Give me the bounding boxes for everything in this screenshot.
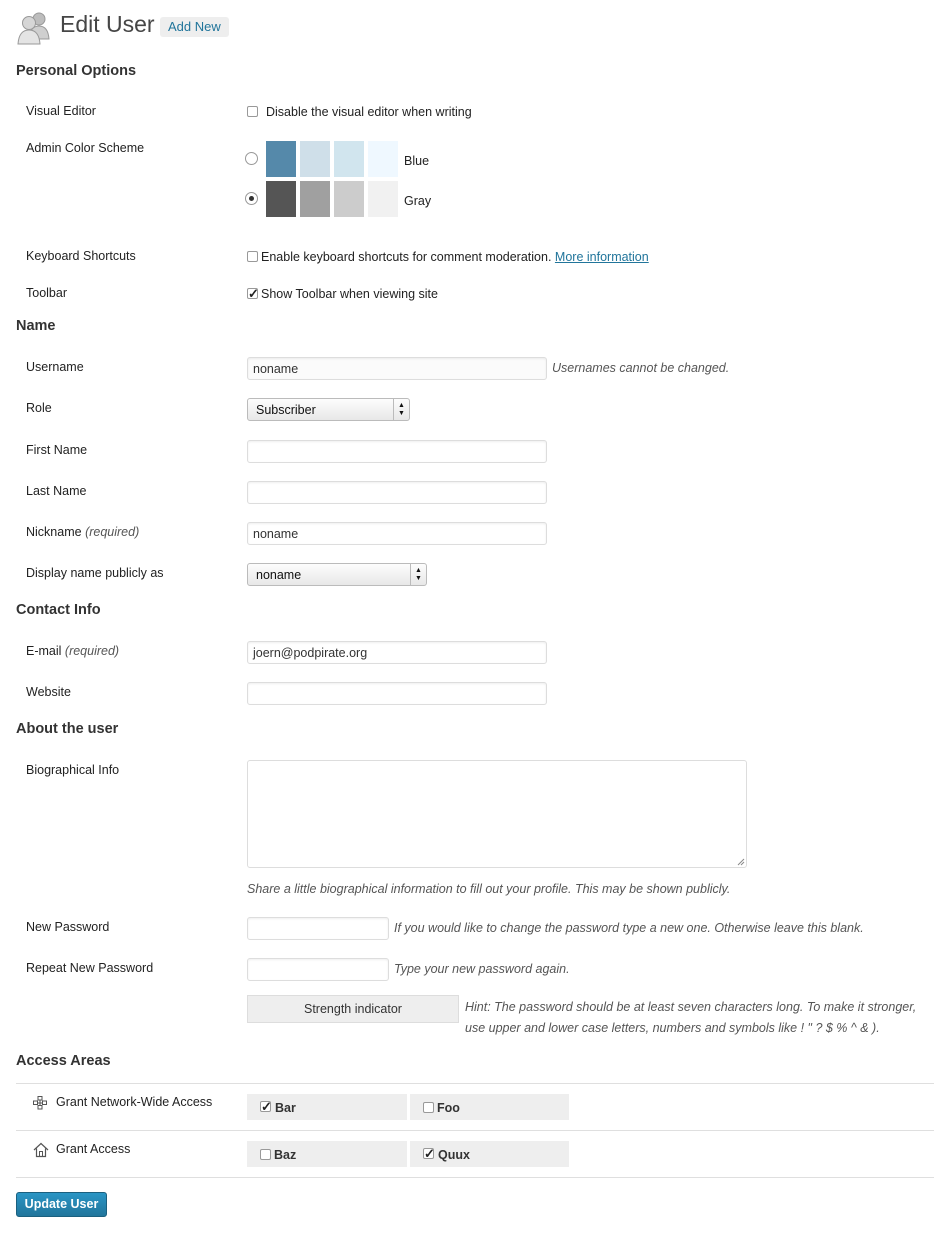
visual-editor-checkbox[interactable] — [247, 106, 258, 117]
bio-description: Share a little biographical information … — [247, 882, 731, 896]
swatch — [368, 141, 398, 177]
strength-indicator: Strength indicator — [247, 995, 459, 1023]
page-title: Edit User — [60, 11, 155, 37]
role-select-value: Subscriber — [256, 403, 316, 417]
last-name-label: Last Name — [26, 484, 87, 498]
users-icon — [16, 9, 52, 45]
access-item-label: Foo — [437, 1101, 460, 1115]
color-scheme-label: Admin Color Scheme — [26, 141, 145, 155]
access-checkbox[interactable] — [423, 1102, 434, 1113]
email-field[interactable]: joern@podpirate.org — [247, 641, 547, 664]
username-label: Username — [26, 360, 84, 374]
swatch — [334, 181, 364, 217]
username-description: Usernames cannot be changed. — [552, 361, 730, 375]
section-heading-access-areas: Access Areas — [16, 1053, 111, 1069]
bio-textarea[interactable] — [247, 760, 747, 868]
swatch — [266, 141, 296, 177]
required-marker: (required) — [85, 525, 140, 539]
last-name-field[interactable] — [247, 481, 547, 504]
home-icon — [33, 1142, 49, 1158]
keyboard-shortcuts-label: Keyboard Shortcuts — [26, 249, 136, 263]
bio-label: Biographical Info — [26, 763, 120, 777]
display-name-select-value: noname — [256, 568, 302, 582]
access-item-baz[interactable]: Baz — [247, 1141, 407, 1167]
username-field[interactable]: noname — [247, 357, 547, 380]
website-field[interactable] — [247, 682, 547, 705]
access-item-label: Bar — [275, 1101, 296, 1115]
repeat-password-description: Type your new password again. — [394, 962, 570, 976]
access-checkbox[interactable] — [260, 1101, 272, 1112]
section-heading-personal-options: Personal Options — [16, 63, 137, 79]
repeat-password-field[interactable] — [247, 958, 389, 981]
more-information-link[interactable]: More information — [555, 250, 649, 264]
first-name-label: First Name — [26, 443, 88, 457]
nickname-label: Nickname (required) — [26, 525, 139, 539]
color-scheme-gray-swatches[interactable] — [266, 181, 398, 217]
section-heading-contact-info: Contact Info — [16, 602, 101, 618]
keyboard-shortcuts-checkbox-label: Enable keyboard shortcuts for comment mo… — [261, 250, 649, 264]
section-heading-name: Name — [16, 318, 56, 334]
access-checkbox[interactable] — [423, 1148, 435, 1159]
grant-access-label: Grant Access — [56, 1142, 131, 1156]
divider — [16, 1177, 934, 1178]
display-name-select[interactable]: noname ▲ ▼ — [247, 563, 427, 586]
swatch — [368, 181, 398, 217]
website-label: Website — [26, 685, 71, 699]
access-item-bar[interactable]: Bar — [247, 1094, 407, 1120]
password-hint-line-2: use upper and lower case letters, number… — [465, 1021, 880, 1035]
access-item-label: Quux — [438, 1148, 470, 1162]
select-arrows-icon: ▲ ▼ — [410, 564, 426, 585]
nickname-label-text: Nickname — [26, 525, 82, 539]
resize-handle-icon[interactable] — [736, 857, 745, 866]
divider — [16, 1130, 934, 1131]
color-scheme-gray-label: Gray — [404, 194, 432, 208]
network-icon — [33, 1096, 47, 1110]
new-password-description: If you would like to change the password… — [394, 921, 864, 935]
visual-editor-label: Visual Editor — [26, 104, 96, 118]
add-new-button[interactable]: Add New — [160, 17, 229, 37]
divider — [16, 1083, 934, 1084]
grant-network-access-label: Grant Network-Wide Access — [56, 1095, 213, 1109]
repeat-password-label: Repeat New Password — [26, 961, 154, 975]
access-item-quux[interactable]: Quux — [410, 1141, 569, 1167]
toolbar-checkbox[interactable] — [247, 288, 259, 299]
password-hint: Hint: The password should be at least se… — [465, 997, 916, 1039]
select-arrows-icon: ▲ ▼ — [393, 399, 409, 420]
visual-editor-checkbox-label: Disable the visual editor when writing — [266, 105, 472, 119]
swatch — [266, 181, 296, 217]
password-hint-line-1: Hint: The password should be at least se… — [465, 1000, 917, 1014]
swatch — [300, 141, 330, 177]
color-scheme-blue-radio[interactable] — [245, 152, 258, 165]
role-select[interactable]: Subscriber ▲ ▼ — [247, 398, 410, 421]
new-password-label: New Password — [26, 920, 110, 934]
nickname-field[interactable]: noname — [247, 522, 547, 545]
keyboard-shortcuts-checkbox[interactable] — [247, 251, 258, 262]
required-marker: (required) — [64, 644, 120, 658]
email-label-text: E-mail — [26, 644, 62, 658]
toolbar-label: Toolbar — [26, 286, 67, 300]
role-label: Role — [26, 401, 52, 415]
update-user-button[interactable]: Update User — [16, 1192, 107, 1217]
keyboard-shortcuts-text: Enable keyboard shortcuts for comment mo… — [261, 250, 552, 264]
access-item-label: Baz — [274, 1148, 297, 1162]
swatch — [300, 181, 330, 217]
section-heading-about: About the user — [16, 721, 119, 737]
display-name-label: Display name publicly as — [26, 566, 164, 580]
email-label: E-mail (required) — [26, 644, 119, 658]
toolbar-checkbox-label: Show Toolbar when viewing site — [261, 287, 438, 301]
color-scheme-blue-label: Blue — [404, 154, 430, 168]
color-scheme-gray-radio[interactable] — [245, 192, 258, 205]
first-name-field[interactable] — [247, 440, 547, 463]
swatch — [334, 141, 364, 177]
access-item-foo[interactable]: Foo — [410, 1094, 569, 1120]
access-checkbox[interactable] — [260, 1149, 271, 1160]
color-scheme-blue-swatches[interactable] — [266, 141, 398, 177]
new-password-field[interactable] — [247, 917, 389, 940]
